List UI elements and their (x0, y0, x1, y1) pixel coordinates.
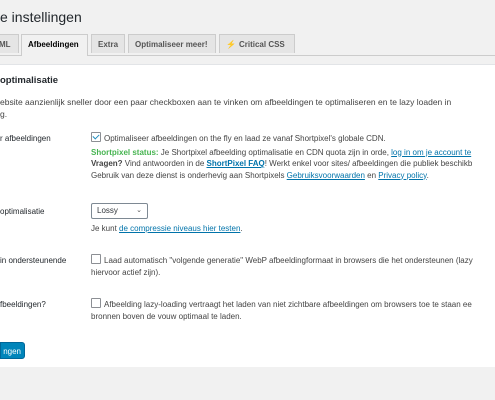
bolt-icon: ⚡ (226, 40, 236, 49)
intro-line: g. (0, 109, 8, 119)
chevron-down-icon: ⌄ (136, 207, 142, 214)
help-suffix: . (240, 224, 243, 233)
save-settings-button[interactable]: ngen (0, 342, 25, 359)
optimize-option: Optimaliseer afbeeldingen on the fly en … (91, 132, 495, 145)
optimize-row-label: r afbeeldingen (0, 134, 51, 143)
lazyload-row-label: fbeeldingen? (0, 300, 46, 309)
webp-line-2: hiervoor actief zijn). (91, 267, 161, 277)
webp-field: Laad automatisch "volgende generatie" We… (91, 254, 495, 278)
questions-text: Vind antwoorden in de (122, 159, 207, 168)
account-login-link[interactable]: log in om je account te (391, 148, 471, 157)
lazyload-option: Afbeelding lazy-loading vertraagt het la… (91, 298, 495, 311)
terms-line: Gebruik van deze dienst is onderhevig aa… (91, 170, 495, 182)
lazyload-checkbox[interactable] (91, 298, 101, 308)
settings-panel: optimalisatie ebsite aanzienlijk sneller… (0, 64, 495, 369)
questions-text-2: ! Werkt enkel voor sites/ afbeeldingen d… (264, 159, 473, 168)
lazyload-field: Afbeelding lazy-loading vertraagt het la… (91, 298, 495, 322)
tab-afbeeldingen[interactable]: Afbeeldingen (21, 34, 88, 56)
compression-select[interactable]: Lossy ⌄ (91, 203, 148, 219)
tab-label: Critical CSS (238, 40, 285, 49)
compression-test-link[interactable]: de compressie niveaus hier testen (119, 224, 240, 233)
terms-link[interactable]: Gebruiksvoorwaarden (287, 171, 365, 180)
webp-row-label: in ondersteunende (0, 256, 67, 265)
tab-label: Optimaliseer meer! (135, 40, 208, 49)
questions-key: Vragen? (91, 159, 123, 168)
help-prefix: Je kunt (91, 224, 120, 233)
tab-html[interactable]: ML (0, 34, 19, 53)
save-button-label: ngen (3, 347, 21, 356)
shortpixel-status: Shortpixel status: Je Shortpixel afbeeld… (91, 147, 495, 159)
optimize-field: Optimaliseer afbeeldingen on the fly en … (91, 132, 495, 181)
status-text: Je Shortpixel afbeelding optimalisatie e… (158, 147, 392, 157)
webp-checkbox-label[interactable]: Laad automatisch "volgende generatie" We… (104, 256, 473, 265)
faq-link[interactable]: ShortPixel FAQ (207, 159, 265, 168)
lazyload-line-2: bronnen boven de vouw optimaal te laden. (91, 311, 242, 321)
webp-option: Laad automatisch "volgende generatie" We… (91, 254, 495, 267)
compression-help: Je kunt de compressie niveaus hier teste… (91, 223, 495, 235)
section-title: optimalisatie (0, 75, 59, 86)
faq-line: Vragen? Vind antwoorden in de ShortPixel… (91, 158, 495, 170)
lazyload-checkbox-label[interactable]: Afbeelding lazy-loading vertraagt het la… (104, 300, 472, 309)
footer-area (0, 367, 495, 400)
compression-select-value: Lossy (97, 206, 118, 215)
terms-end: . (426, 170, 429, 180)
compression-row-label: optimalisatie (0, 207, 45, 216)
status-key: Shortpixel status: (91, 147, 159, 157)
optimize-checkbox-label[interactable]: Optimaliseer afbeeldingen on the fly en … (104, 134, 386, 143)
optimize-checkbox[interactable] (91, 132, 101, 142)
section-intro: ebsite aanzienlijk sneller door een paar… (0, 96, 495, 120)
webp-checkbox[interactable] (91, 254, 101, 264)
privacy-link[interactable]: Privacy policy (378, 171, 426, 180)
tab-critical-css[interactable]: ⚡ Critical CSS (219, 34, 295, 53)
settings-tabs: ML Afbeeldingen Extra Optimaliseer meer!… (0, 34, 495, 56)
tab-label: Extra (98, 40, 119, 49)
tab-label: ML (0, 40, 11, 49)
terms-text: Gebruik van deze dienst is onderhevig aa… (91, 170, 287, 180)
intro-line: ebsite aanzienlijk sneller door een paar… (0, 97, 452, 107)
tab-optimaliseer-meer[interactable]: Optimaliseer meer! (128, 34, 216, 53)
terms-and: en (364, 170, 379, 180)
page-title: e instellingen (0, 9, 82, 25)
tab-label: Afbeeldingen (28, 40, 79, 49)
tab-extra[interactable]: Extra (91, 34, 125, 53)
